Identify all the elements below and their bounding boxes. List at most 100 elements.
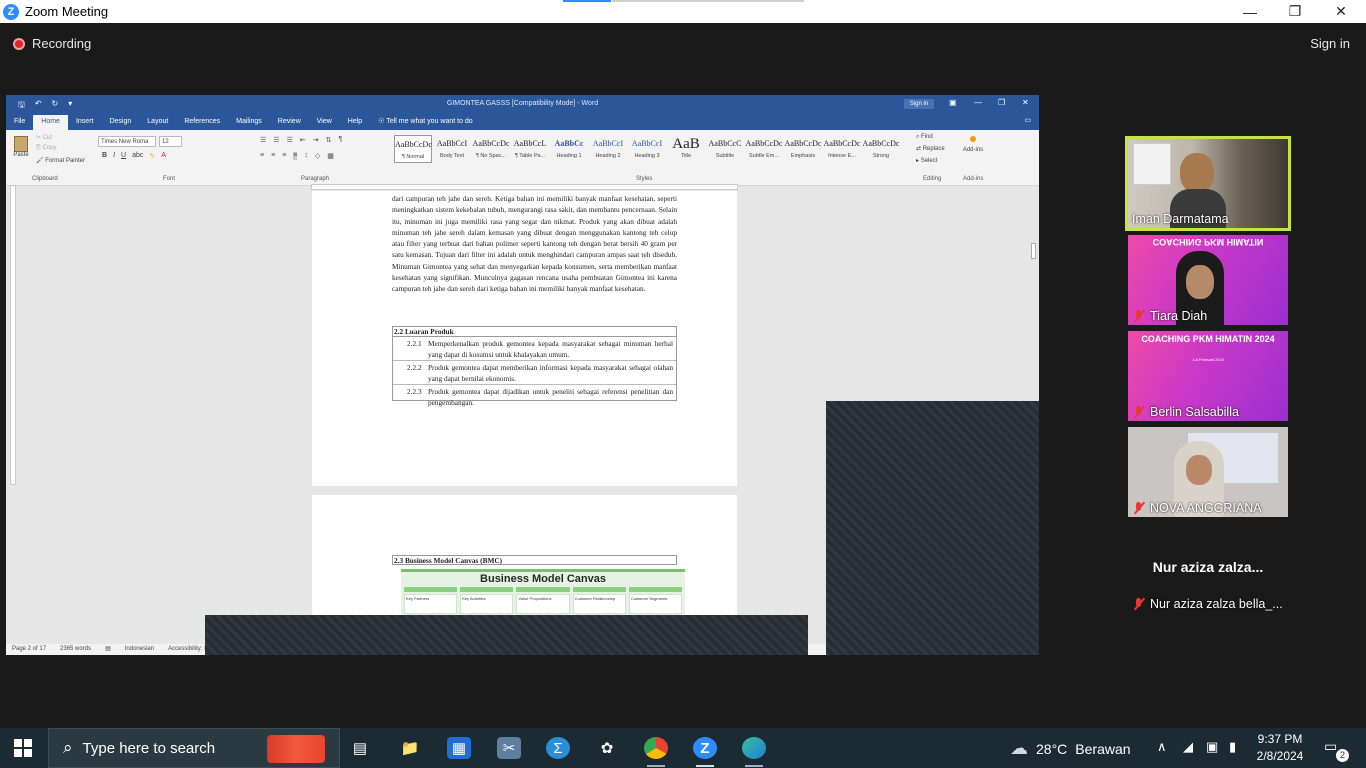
proofing-icon[interactable]: ▤: [105, 644, 111, 655]
tab-mailings[interactable]: Mailings: [228, 115, 270, 130]
weather-widget[interactable]: ☁ 28°C Berawan: [1010, 738, 1131, 759]
accessibility-status[interactable]: Accessibility: I: [168, 644, 206, 655]
participant-tile[interactable]: Iman Darmatama: [1125, 136, 1291, 231]
style-option[interactable]: AaBbCcDc Intense E...: [823, 135, 861, 163]
line-spacing-icon[interactable]: ↕: [304, 152, 308, 160]
tab-home[interactable]: Home: [33, 115, 68, 130]
addins-button[interactable]: Add-ins: [962, 136, 984, 153]
battery-icon[interactable]: ▮: [1229, 739, 1236, 755]
vertical-ruler[interactable]: [10, 185, 16, 485]
format-painter-button[interactable]: 🖌 Format Painter: [36, 157, 85, 164]
vertical-scrollbar[interactable]: [1031, 243, 1036, 259]
camera-icon[interactable]: ▣: [1206, 739, 1218, 755]
select-button[interactable]: ▸ Select: [916, 157, 937, 164]
restore-button[interactable]: ❐: [1272, 0, 1318, 23]
style-option[interactable]: AaBbCcC Subtitle: [706, 135, 744, 163]
tab-references[interactable]: References: [176, 115, 228, 130]
clock[interactable]: 9:37 PM 2/8/2024: [1255, 731, 1305, 765]
task-view-icon[interactable]: ▤: [348, 737, 372, 759]
participant-tile[interactable]: COACHING PKM HIMATIN 2024 1-8 Februari 2…: [1128, 331, 1288, 421]
style-option[interactable]: AaBbCcDc Subtle Em...: [745, 135, 783, 163]
participant-tile[interactable]: Nur aziza zalza... Nur aziza zalza bella…: [1128, 523, 1288, 613]
page-count[interactable]: Page 2 of 17: [12, 644, 46, 655]
zoom-taskbar-icon[interactable]: Z: [693, 737, 717, 759]
word-close-icon[interactable]: ✕: [1022, 98, 1029, 107]
document-page[interactable]: dari campuran teh jahe dan sereh. Ketiga…: [312, 191, 737, 486]
align-center-icon[interactable]: ≡: [271, 152, 275, 160]
store-icon[interactable]: ▦: [447, 737, 471, 759]
file-explorer-icon[interactable]: 📁: [398, 737, 422, 759]
increase-indent-icon[interactable]: ⇥: [313, 136, 319, 144]
participant-tile[interactable]: COACHING PKM HIMATIN Tiara Diah: [1128, 235, 1288, 325]
shading-icon[interactable]: ◇: [315, 152, 320, 160]
comments-icon[interactable]: ▭: [1024, 116, 1031, 124]
find-button[interactable]: ⌕ Find: [916, 134, 933, 141]
bold-button[interactable]: B: [102, 152, 107, 160]
show-marks-icon[interactable]: ¶: [338, 136, 342, 144]
copy-button[interactable]: ⎘ Copy: [36, 145, 56, 152]
borders-icon[interactable]: ▦: [327, 152, 334, 160]
decrease-indent-icon[interactable]: ⇤: [300, 136, 306, 144]
justify-icon[interactable]: ≡: [293, 152, 298, 160]
share-toolbar-handle[interactable]: [612, 0, 804, 2]
record-icon: [13, 37, 25, 50]
windows-start-icon[interactable]: [14, 739, 32, 757]
word-count[interactable]: 2365 words: [60, 644, 91, 655]
wifi-icon[interactable]: ◢: [1183, 739, 1193, 755]
tab-design[interactable]: Design: [101, 115, 139, 130]
tell-me-search[interactable]: ☉ Tell me what you want to do: [370, 115, 481, 130]
underline-button[interactable]: U: [121, 152, 126, 160]
word-restore-icon[interactable]: ❐: [998, 98, 1005, 107]
font-size-select[interactable]: 12: [159, 136, 182, 147]
tab-insert[interactable]: Insert: [68, 115, 102, 130]
style-option[interactable]: AaBbCc Heading 1: [550, 135, 588, 163]
chatgpt-icon[interactable]: ✿: [595, 737, 619, 759]
recording-indicator[interactable]: Recording: [13, 36, 91, 51]
style-option[interactable]: AaBbCcDc ¶ No Spac...: [472, 135, 510, 163]
tab-help[interactable]: Help: [340, 115, 370, 130]
style-option[interactable]: AaB Title: [667, 135, 705, 163]
highlight-icon[interactable]: ✎: [149, 152, 155, 160]
horizontal-ruler[interactable]: [311, 184, 738, 190]
style-option[interactable]: AaBbCcDc ¶ Normal: [394, 135, 432, 163]
font-color-icon[interactable]: A: [161, 152, 166, 160]
italic-button[interactable]: I: [113, 152, 115, 160]
snipping-tool-icon[interactable]: ✂: [497, 737, 521, 759]
align-right-icon[interactable]: ≡: [282, 152, 286, 160]
zoom-sign-in-button[interactable]: Sign in: [1310, 36, 1350, 51]
sigma-app-icon[interactable]: Σ: [546, 737, 570, 759]
replace-button[interactable]: ⇄ Replace: [916, 145, 945, 152]
tab-file[interactable]: File: [6, 115, 33, 130]
align-left-icon[interactable]: ≡: [260, 152, 264, 160]
numbering-icon[interactable]: ☰: [273, 136, 279, 144]
word-sign-in-button[interactable]: Sign in: [904, 99, 934, 109]
sort-icon[interactable]: ⇅: [326, 136, 332, 144]
font-name-select[interactable]: Times New Roma: [98, 136, 156, 147]
style-option[interactable]: AaBbCcDc Strong: [862, 135, 900, 163]
language-indicator[interactable]: Indonesian: [125, 644, 154, 655]
chevron-up-icon[interactable]: ∧: [1157, 739, 1167, 755]
ribbon-display-icon[interactable]: ▣: [949, 98, 957, 107]
word-minimize-icon[interactable]: —: [974, 98, 982, 107]
chrome-icon[interactable]: [644, 737, 668, 759]
style-option[interactable]: AaBbCcL ¶ Table Pa...: [511, 135, 549, 163]
bmc-cell: Value Propositions: [516, 594, 570, 614]
strikethrough-button[interactable]: abc: [132, 152, 143, 160]
participant-tile[interactable]: NOVA ANGGRIANA: [1128, 427, 1288, 517]
close-button[interactable]: ✕: [1318, 0, 1364, 23]
minimize-button[interactable]: —: [1227, 0, 1273, 23]
tab-layout[interactable]: Layout: [139, 115, 176, 130]
bullets-icon[interactable]: ☰: [260, 136, 266, 144]
tab-review[interactable]: Review: [270, 115, 309, 130]
style-option[interactable]: AaBbCcDc Emphasis: [784, 135, 822, 163]
style-option[interactable]: AaBbCcI Heading 2: [589, 135, 627, 163]
tab-view[interactable]: View: [309, 115, 340, 130]
style-option[interactable]: AaBbCcI Heading 3: [628, 135, 666, 163]
cut-button[interactable]: ✂ Cut: [36, 134, 52, 141]
style-option[interactable]: AaBbCcI Body Text: [433, 135, 471, 163]
multilevel-icon[interactable]: ☰: [287, 136, 293, 144]
edge-icon[interactable]: [742, 737, 766, 759]
taskbar-search[interactable]: ⌕ Type here to search: [48, 728, 340, 768]
paste-button[interactable]: Paste: [12, 136, 30, 164]
share-indicator[interactable]: [563, 0, 611, 2]
